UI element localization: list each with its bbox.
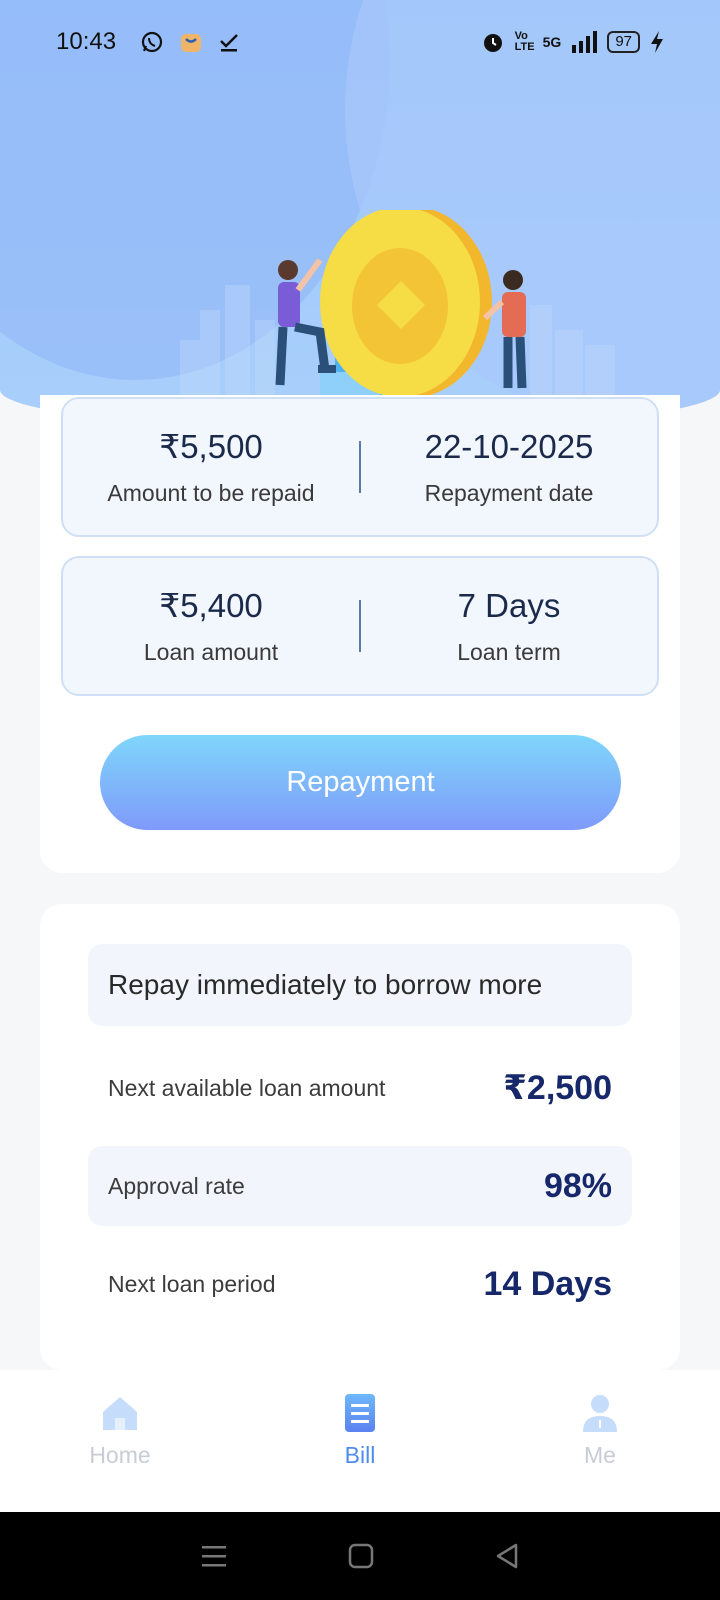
promo-headline: Repay immediately to borrow more [88,944,632,1026]
volte-indicator: Vo LTE [514,30,535,53]
tab-label: Me [584,1442,616,1468]
home-icon [103,1397,137,1430]
row-label: Next available loan amount [108,1074,386,1101]
repayment-date-value: 22-10-2025 [424,427,594,465]
repayment-date-block: 22-10-2025 Repayment date [361,428,657,507]
tab-bill[interactable]: Bill [240,1370,480,1512]
row-label: Next loan period [108,1270,276,1297]
repayment-button[interactable]: Repayment [100,735,621,830]
tab-home[interactable]: Home [0,1370,240,1512]
bottom-tab-bar: Home Bill Me [0,1370,720,1512]
tab-label: Home [89,1442,151,1468]
loan-term-block: 7 Days Loan term [361,587,657,666]
whatsapp-icon [141,31,163,53]
row-label: Approval rate [108,1172,245,1199]
alarm-icon [483,34,502,52]
amount-due-label: Amount to be repaid [107,480,315,506]
download-done-icon [220,34,238,52]
loan-amount-value: ₹5,400 [159,587,263,624]
battery-indicator: 97 [607,31,640,53]
back-icon[interactable] [494,1543,520,1569]
next-loan-amount-row: Next available loan amount ₹2,500 [88,1048,632,1128]
loan-amount-label: Loan amount [143,639,279,665]
status-bar: 10:43 Vo LTE 5G 97 [0,0,720,84]
loan-amount-block: ₹5,400 Loan amount [63,586,359,666]
home-nav-icon[interactable] [348,1543,374,1569]
next-loan-period-row: Next loan period 14 Days [88,1244,632,1324]
borrow-more-card: Repay immediately to borrow more Next av… [40,904,680,1370]
system-nav-bar [0,1512,720,1600]
bill-summary-card: ₹5,500 Amount to be repaid 22-10-2025 Re… [40,395,680,873]
status-time: 10:43 [56,28,117,55]
charging-icon [651,31,663,53]
signal-icon [572,31,598,53]
row-value: 98% [543,1166,612,1205]
menu-icon[interactable] [200,1543,228,1569]
row-value: 14 Days [483,1264,612,1303]
amount-due-block: ₹5,500 Amount to be repaid [63,427,359,507]
repayment-date-label: Repayment date [424,479,594,506]
row-value: ₹2,500 [503,1069,612,1107]
repayment-info-box: ₹5,500 Amount to be repaid 22-10-2025 Re… [61,397,659,537]
coin-illustration [180,210,615,400]
shopping-bag-icon [181,34,202,52]
amount-due-value: ₹5,500 [159,428,263,465]
network-type: 5G [542,34,562,50]
approval-rate-row: Approval rate 98% [88,1146,632,1226]
bill-icon [345,1394,375,1432]
tab-label: Bill [344,1442,376,1468]
loan-term-value: 7 Days [457,586,561,624]
loan-info-box: ₹5,400 Loan amount 7 Days Loan term [61,556,659,696]
loan-term-label: Loan term [457,638,561,665]
tab-me[interactable]: Me [480,1370,720,1512]
user-icon [583,1395,617,1432]
